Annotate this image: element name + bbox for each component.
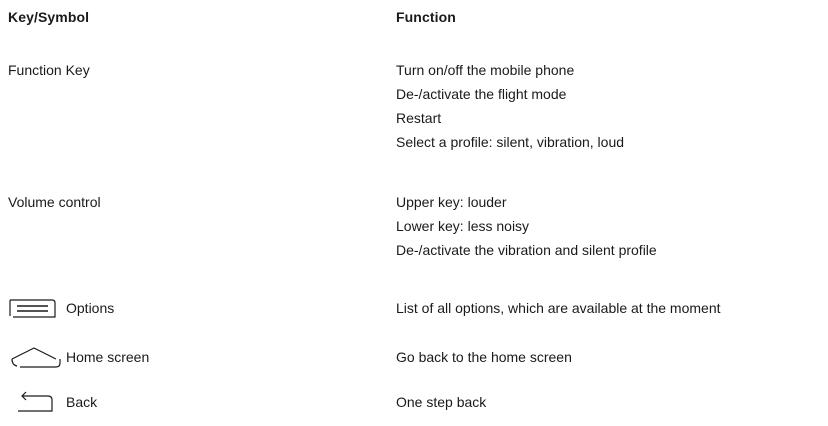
function-line: List of all options, which are available…: [396, 300, 721, 316]
key-cell: Back: [8, 390, 97, 414]
key-function-table: Key/Symbol Function Function Key Turn on…: [0, 0, 828, 426]
home-icon: [8, 345, 66, 369]
function-cell: Upper key: louder Lower key: less noisy …: [396, 190, 657, 262]
function-line: Go back to the home screen: [396, 349, 572, 365]
function-line: Restart: [396, 110, 442, 126]
key-label: Function Key: [8, 62, 90, 78]
key-label: Options: [66, 300, 115, 316]
function-line: One step back: [396, 394, 487, 410]
column-header-key: Key/Symbol: [8, 9, 90, 25]
function-cell: One step back: [396, 390, 486, 414]
back-icon: [8, 390, 66, 414]
key-label: Home screen: [66, 349, 150, 365]
function-line: De-/activate the vibration and silent pr…: [396, 242, 657, 258]
menu-icon: [8, 296, 66, 320]
key-cell: Options: [8, 296, 114, 320]
key-cell: Home screen: [8, 345, 149, 369]
key-label: Back: [66, 394, 98, 410]
function-cell: Turn on/off the mobile phone De-/activat…: [396, 58, 624, 154]
function-line: Lower key: less noisy: [396, 218, 530, 234]
key-cell: Function Key: [8, 58, 90, 82]
function-line: Upper key: louder: [396, 194, 507, 210]
function-cell: List of all options, which are available…: [396, 296, 721, 320]
function-line: De-/activate the flight mode: [396, 86, 567, 102]
function-line: Turn on/off the mobile phone: [396, 62, 575, 78]
key-cell: Volume control: [8, 190, 101, 214]
function-cell: Go back to the home screen: [396, 345, 572, 369]
column-header-function: Function: [396, 9, 456, 25]
key-label: Volume control: [8, 194, 101, 210]
function-line: Select a profile: silent, vibration, lou…: [396, 134, 625, 150]
